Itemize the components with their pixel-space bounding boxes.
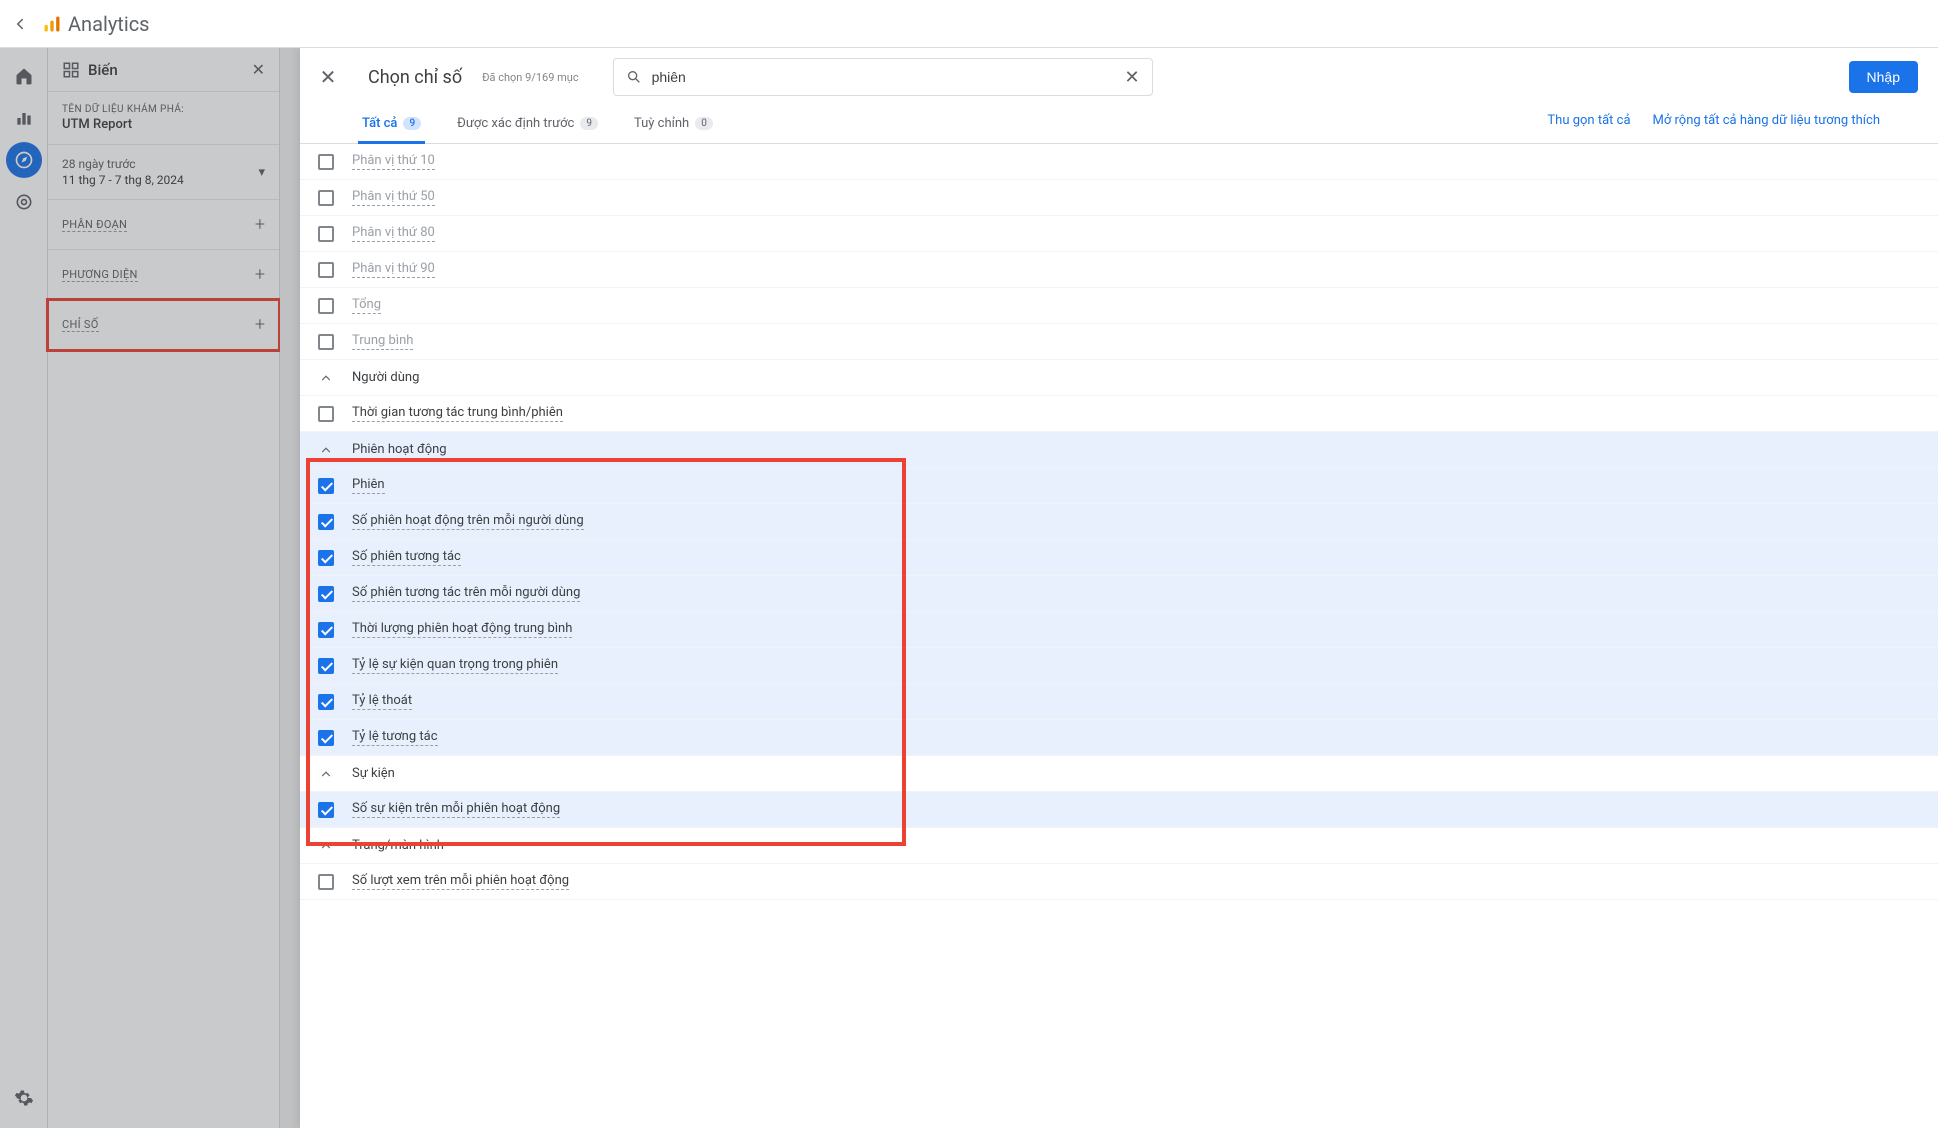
metric-label: Phiên: [352, 477, 385, 494]
metric-label: Tổng: [352, 297, 381, 314]
metric-checkbox[interactable]: [318, 334, 334, 350]
metric-checkbox[interactable]: [318, 406, 334, 422]
metric-checkbox[interactable]: [318, 190, 334, 206]
group-label: Trang/màn hình: [352, 838, 444, 853]
group-label: Sự kiện: [352, 766, 395, 781]
metric-row[interactable]: Trung bình: [300, 324, 1938, 360]
metric-label: Trung bình: [352, 333, 413, 350]
tab-1[interactable]: Được xác định trước 9: [453, 106, 602, 144]
metric-row[interactable]: Phân vị thứ 80: [300, 216, 1938, 252]
import-button[interactable]: Nhập: [1849, 61, 1918, 93]
modal-subtitle: Đã chọn 9/169 mục: [482, 71, 578, 84]
metric-checkbox[interactable]: [318, 226, 334, 242]
chevron-up-icon[interactable]: [316, 764, 336, 784]
metric-checkbox[interactable]: [318, 154, 334, 170]
search-field[interactable]: ✕: [613, 58, 1153, 96]
chevron-up-icon[interactable]: [316, 836, 336, 856]
metric-label: Tỷ lệ thoát: [352, 693, 412, 710]
metric-label: Thời gian tương tác trung bình/phiên: [352, 405, 563, 422]
metric-label: Số lượt xem trên mỗi phiên hoạt động: [352, 873, 569, 890]
metric-label: Tỷ lệ sự kiện quan trọng trong phiên: [352, 657, 558, 674]
tab-label: Được xác định trước: [457, 116, 574, 131]
metric-label: Phân vị thứ 50: [352, 189, 435, 206]
metric-row[interactable]: Số phiên tương tác trên mỗi người dùng: [300, 576, 1938, 612]
metric-label: Phân vị thứ 90: [352, 261, 435, 278]
group-label: Người dùng: [352, 370, 419, 385]
metric-row[interactable]: Số phiên tương tác: [300, 540, 1938, 576]
metric-row[interactable]: Số lượt xem trên mỗi phiên hoạt động: [300, 864, 1938, 900]
group-label: Phiên hoạt động: [352, 442, 447, 457]
metric-checkbox[interactable]: [318, 622, 334, 638]
metric-checkbox[interactable]: [318, 298, 334, 314]
main-layout: Biến ✕ TÊN DỮ LIỆU KHÁM PHÁ: UTM Report …: [0, 48, 1938, 1128]
product-logo: Analytics: [42, 12, 150, 36]
metric-label: Số phiên tương tác trên mỗi người dùng: [352, 585, 580, 602]
metric-label: Số phiên hoạt động trên mỗi người dùng: [352, 513, 584, 530]
collapse-all-link[interactable]: Thu gọn tất cả: [1547, 113, 1630, 128]
metric-label: Phân vị thứ 80: [352, 225, 435, 242]
metric-label: Thời lượng phiên hoạt động trung bình: [352, 621, 572, 638]
metric-row[interactable]: Tỷ lệ sự kiện quan trọng trong phiên: [300, 648, 1938, 684]
metric-group[interactable]: Người dùng: [300, 360, 1938, 396]
tab-label: Tuỳ chỉnh: [634, 116, 689, 131]
chevron-up-icon[interactable]: [316, 440, 336, 460]
metric-checkbox[interactable]: [318, 874, 334, 890]
analytics-logo-icon: [42, 14, 62, 34]
modal-close-button[interactable]: ✕: [310, 59, 346, 95]
metric-group[interactable]: Phiên hoạt động: [300, 432, 1938, 468]
tab-0[interactable]: Tất cả 9: [358, 106, 425, 144]
metric-row[interactable]: Thời gian tương tác trung bình/phiên: [300, 396, 1938, 432]
chevron-up-icon[interactable]: [316, 368, 336, 388]
expand-compatible-link[interactable]: Mở rộng tất cả hàng dữ liệu tương thích: [1653, 113, 1880, 128]
modal-title: Chọn chỉ số: [368, 67, 462, 88]
modal-header: ✕ Chọn chỉ số Đã chọn 9/169 mục ✕ Nhập: [300, 48, 1938, 96]
metric-row[interactable]: Phân vị thứ 10: [300, 144, 1938, 180]
metric-row[interactable]: Phân vị thứ 50: [300, 180, 1938, 216]
product-name: Analytics: [68, 12, 150, 36]
metric-group[interactable]: Trang/màn hình: [300, 828, 1938, 864]
metric-checkbox[interactable]: [318, 694, 334, 710]
tab-count-badge: 9: [580, 117, 598, 130]
metric-checkbox[interactable]: [318, 802, 334, 818]
metric-row[interactable]: Phiên: [300, 468, 1938, 504]
metric-row[interactable]: Phân vị thứ 90: [300, 252, 1938, 288]
search-icon: [622, 69, 646, 85]
back-button[interactable]: [8, 12, 32, 36]
metric-label: Phân vị thứ 10: [352, 153, 435, 170]
clear-search-button[interactable]: ✕: [1120, 67, 1143, 88]
tab-label: Tất cả: [362, 116, 397, 131]
app-header: Analytics: [0, 0, 1938, 48]
arrow-left-icon: [11, 15, 29, 33]
metric-label: Số sự kiện trên mỗi phiên hoạt động: [352, 801, 560, 818]
metric-picker-modal: ✕ Chọn chỉ số Đã chọn 9/169 mục ✕ Nhập T…: [300, 48, 1938, 1128]
metric-group[interactable]: Sự kiện: [300, 756, 1938, 792]
modal-tabs: Tất cả 9 Được xác định trước 9 Tuỳ chỉnh 0 Th…: [300, 106, 1938, 144]
metric-checkbox[interactable]: [318, 586, 334, 602]
tab-count-badge: 0: [695, 117, 713, 130]
metric-label: Số phiên tương tác: [352, 549, 461, 566]
metric-checkbox[interactable]: [318, 730, 334, 746]
metric-row[interactable]: Tỷ lệ thoát: [300, 684, 1938, 720]
metric-label: Tỷ lệ tương tác: [352, 729, 438, 746]
metric-checkbox[interactable]: [318, 514, 334, 530]
metric-checkbox[interactable]: [318, 550, 334, 566]
metric-checkbox[interactable]: [318, 658, 334, 674]
metric-row[interactable]: Tổng: [300, 288, 1938, 324]
metric-row[interactable]: Tỷ lệ tương tác: [300, 720, 1938, 756]
search-input[interactable]: [646, 69, 1121, 85]
tab-count-badge: 9: [403, 117, 421, 130]
metric-row[interactable]: Thời lượng phiên hoạt động trung bình: [300, 612, 1938, 648]
metric-row[interactable]: Số sự kiện trên mỗi phiên hoạt động: [300, 792, 1938, 828]
metric-row[interactable]: Số phiên hoạt động trên mỗi người dùng: [300, 504, 1938, 540]
metric-checkbox[interactable]: [318, 478, 334, 494]
metric-list[interactable]: Phân vị thứ 10 Phân vị thứ 50 Phân vị thứ …: [300, 144, 1938, 1128]
metric-checkbox[interactable]: [318, 262, 334, 278]
tab-2[interactable]: Tuỳ chỉnh 0: [630, 106, 717, 144]
